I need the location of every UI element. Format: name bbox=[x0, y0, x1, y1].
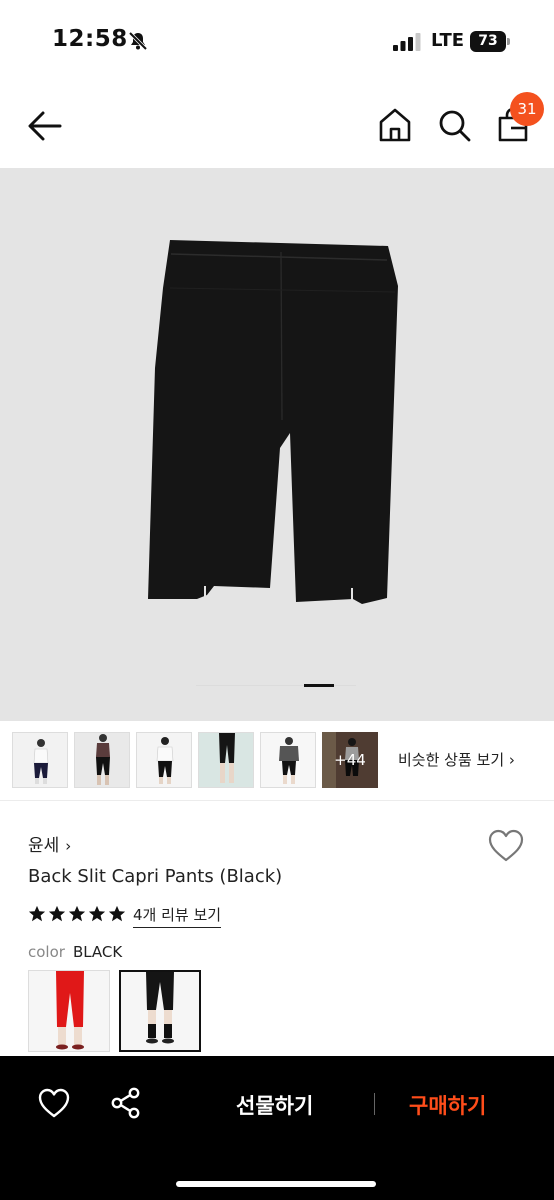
buy-button[interactable]: 구매하기 bbox=[409, 1090, 486, 1120]
thumbnail-1[interactable] bbox=[12, 732, 68, 788]
star-icon bbox=[48, 905, 66, 922]
home-icon[interactable] bbox=[377, 106, 413, 144]
model-thumbnail-image bbox=[75, 733, 129, 787]
share-icon[interactable] bbox=[110, 1086, 142, 1120]
chevron-right-icon: › bbox=[65, 837, 72, 855]
nav-header bbox=[0, 84, 554, 168]
color-row: color BLACK bbox=[28, 943, 122, 961]
thumbnail-strip: +44 비슷한 상품 보기 › bbox=[0, 721, 554, 801]
color-option-black[interactable] bbox=[119, 970, 201, 1052]
model-thumbnail-image bbox=[137, 733, 191, 787]
star-icon bbox=[108, 905, 126, 922]
thumbnail-4[interactable] bbox=[198, 732, 254, 788]
thumbnail-2[interactable] bbox=[74, 732, 130, 788]
more-images-count: +44 bbox=[322, 732, 378, 788]
battery-icon: 73 bbox=[470, 31, 510, 53]
model-thumbnail-image bbox=[13, 733, 67, 787]
black-pants-swatch-image bbox=[121, 972, 199, 1050]
model-thumbnail-image bbox=[261, 733, 315, 787]
star-icon bbox=[88, 905, 106, 922]
gift-button[interactable]: 선물하기 bbox=[236, 1090, 313, 1120]
product-image-carousel[interactable] bbox=[0, 168, 554, 721]
cart-count-badge: 31 bbox=[510, 92, 544, 126]
red-pants-swatch-image bbox=[29, 971, 109, 1051]
carousel-indicator bbox=[304, 684, 334, 687]
back-arrow-icon[interactable] bbox=[26, 108, 64, 144]
brand-name: 윤세 bbox=[28, 836, 60, 856]
heart-icon[interactable] bbox=[37, 1087, 71, 1119]
model-thumbnail-image bbox=[199, 733, 253, 787]
star-icon bbox=[28, 905, 46, 922]
heart-icon[interactable] bbox=[487, 828, 525, 864]
home-indicator bbox=[176, 1181, 376, 1187]
thumbnail-5[interactable] bbox=[260, 732, 316, 788]
capri-pants-image bbox=[148, 240, 398, 686]
brand-link[interactable]: 윤세 › bbox=[28, 831, 71, 856]
color-option-red[interactable] bbox=[28, 970, 110, 1052]
thumbnail-more[interactable]: +44 bbox=[322, 732, 378, 788]
status-bar: 12:58 LTE 73 bbox=[0, 0, 554, 84]
bottom-action-bar: 선물하기 구매하기 bbox=[0, 1056, 554, 1200]
bell-off-icon bbox=[128, 31, 148, 51]
status-time: 12:58 bbox=[52, 26, 128, 52]
color-label: color bbox=[28, 943, 65, 961]
thumbnail-3[interactable] bbox=[136, 732, 192, 788]
review-link[interactable]: 4개 리뷰 보기 bbox=[133, 904, 222, 928]
divider bbox=[374, 1093, 375, 1115]
product-title: Back Slit Capri Pants (Black) bbox=[28, 866, 283, 887]
network-label: LTE bbox=[431, 30, 465, 51]
star-icon bbox=[68, 905, 86, 922]
similar-products-link[interactable]: 비슷한 상품 보기 › bbox=[398, 749, 515, 770]
battery-level: 73 bbox=[470, 31, 506, 52]
signal-icon bbox=[393, 33, 421, 51]
color-value: BLACK bbox=[72, 943, 123, 961]
search-icon[interactable] bbox=[436, 106, 472, 144]
